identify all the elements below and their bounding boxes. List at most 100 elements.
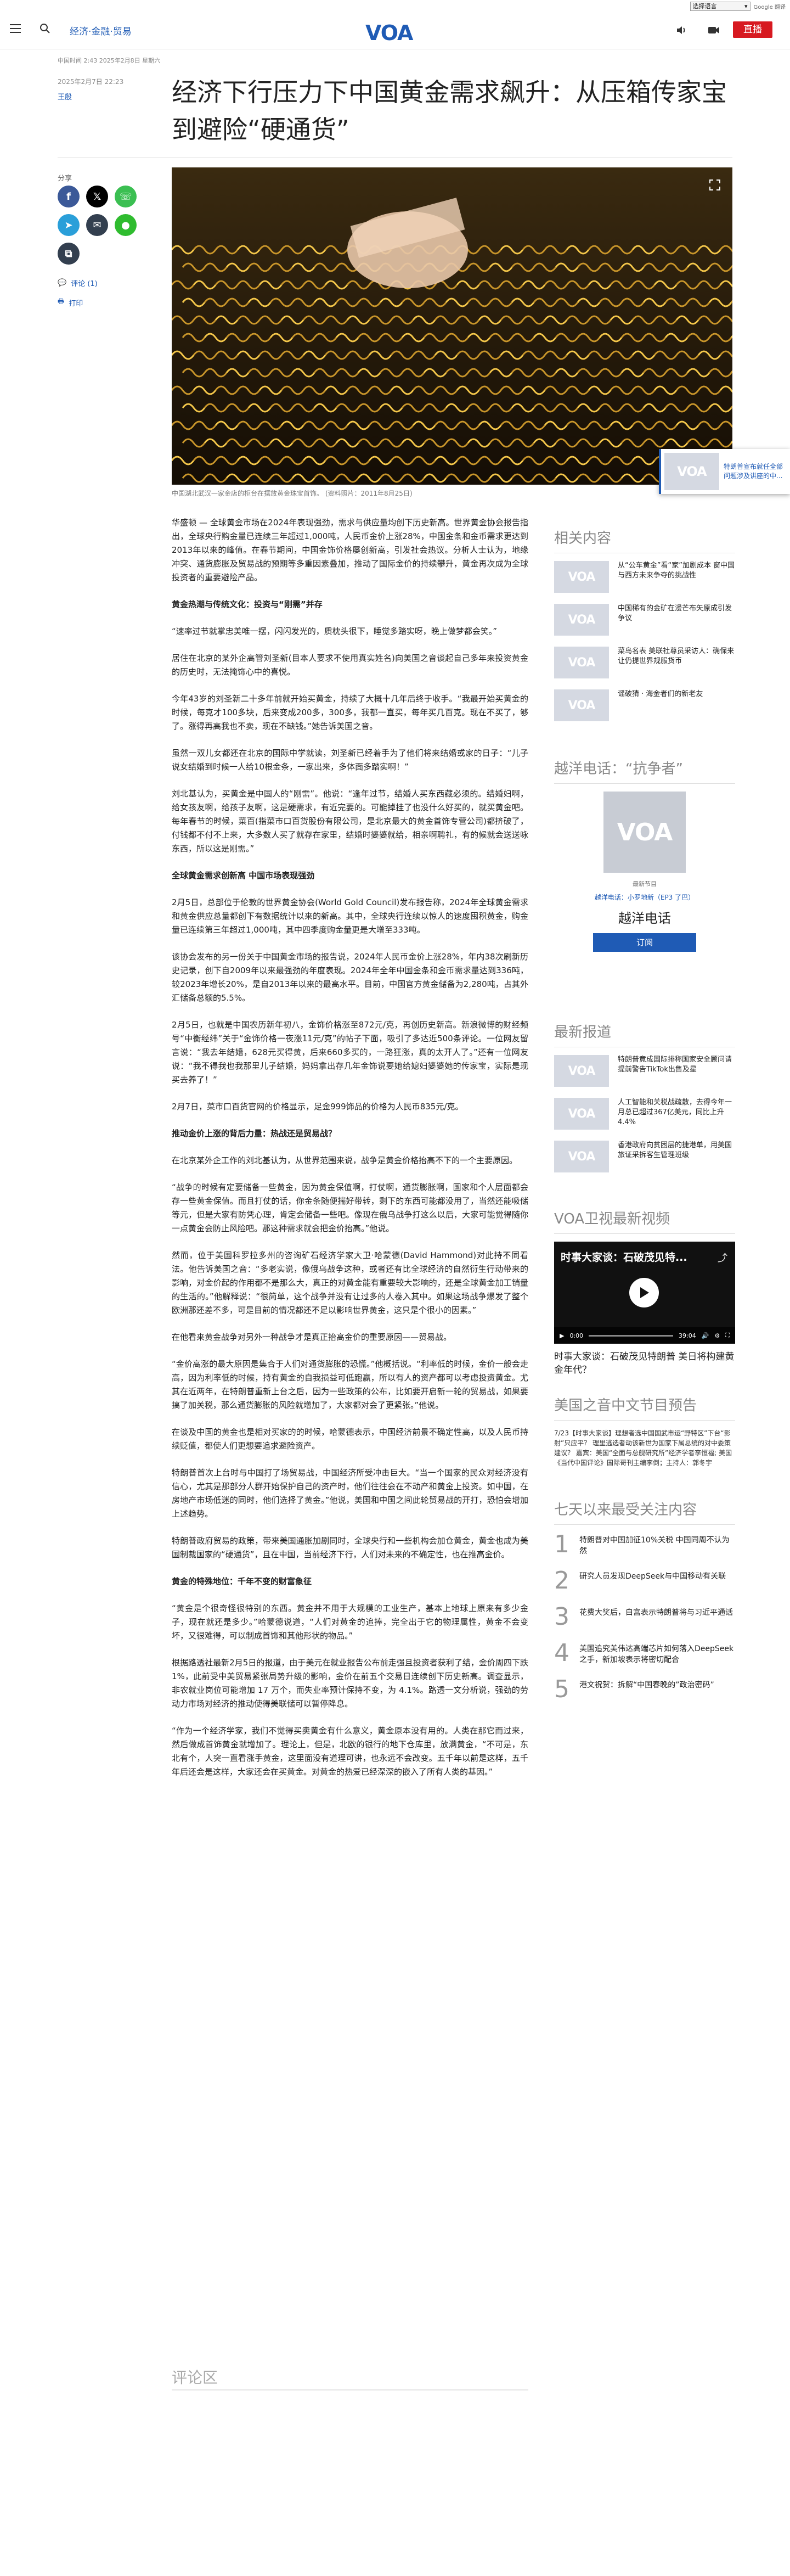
- telegram-icon[interactable]: ➤: [58, 214, 80, 236]
- list-item[interactable]: VOA 人工智能和关税战疏散，去得今年一月总已超过367亿美元，同比上升4.4%: [554, 1098, 735, 1130]
- podcast-meta: 最新节目: [633, 880, 657, 888]
- paragraph: “作为一个经济学家，我们不觉得买卖黄金有什么意义，黄金原本没有用的。人类在那它而…: [172, 1726, 528, 1777]
- popular-item[interactable]: 5 港文祝贺：拆解“中国春晚的”政治密码”: [554, 1677, 735, 1702]
- related-heading: 相关内容: [554, 527, 735, 553]
- popular-item[interactable]: 3 花费大奖后，白宫表示特朗普将与习近平通话: [554, 1605, 735, 1629]
- paragraph: 在谈及中国的黄金也是相对买家的的时候，哈蒙德表示，中国经济前景不确定性高，以及人…: [172, 1427, 528, 1451]
- article-body: 华盛顿 — 全球黄金市场在2024年表现强劲，需求与供应量均创下历史新高。世界黄…: [172, 516, 528, 1792]
- section-link[interactable]: 经济·金融·贸易: [70, 24, 132, 37]
- rank-number: 3: [554, 1603, 569, 1631]
- voa-logo[interactable]: VOA: [365, 21, 425, 45]
- podcast-logo: VOA: [617, 818, 673, 846]
- paragraph: 根据路透社最新2月5日的报道，由于美元在就业报告公布前走强且投资者获利了结，金价…: [172, 1658, 528, 1709]
- latest-section: 最新报道 VOA 特朗普竟成国际排称国家安全顾问请提前警告TikTok出售及星 VO…: [554, 1021, 735, 1183]
- x-icon[interactable]: 𝕏: [86, 186, 108, 207]
- site-meta-line: 中国时间 2:43 2025年2月8日 星期六: [58, 57, 161, 64]
- section-heading: 全球黄金需求创新高 中国市场表现强劲: [172, 871, 315, 880]
- thumbnail-logo: VOA: [568, 613, 596, 627]
- thumbnail-logo: VOA: [568, 655, 596, 670]
- popular-item[interactable]: 1 特朗普对中国加征10%关税 中国同周不认为然: [554, 1533, 735, 1557]
- print-icon: 🖶: [58, 298, 65, 306]
- volume-icon[interactable]: 🔊: [702, 1332, 709, 1339]
- comments-heading: 评论区: [172, 2369, 218, 2387]
- list-item[interactable]: VOA 特朗普竟成国际排称国家安全顾问请提前警告TikTok出售及星: [554, 1055, 735, 1087]
- paragraph: 在北京某外企工作的刘北基认为，从世界范围来说，战争是黄金价格抬高不下的一个主要原…: [172, 1155, 518, 1165]
- video-caption[interactable]: 时事大家谈：石破茂见特朗普 美日将构建黄金年代？: [554, 1350, 735, 1377]
- paragraph: 特朗普政府贸易的政策，带来美国通胀加剧同时，全球央行和一些机构会加仓黄金，黄金也…: [172, 1536, 528, 1559]
- audio-icon[interactable]: [676, 25, 687, 35]
- line-icon[interactable]: ●: [115, 214, 137, 236]
- settings-icon[interactable]: ⚙: [714, 1332, 720, 1339]
- video-camera-icon[interactable]: [708, 25, 720, 35]
- duration: 39:04: [679, 1332, 696, 1339]
- list-item-text: 从“公车黄金”看“家”加剧成本 窗中国与西方未来争夺的挑战性: [618, 562, 735, 580]
- gold-jewelry-image: [172, 167, 732, 485]
- hero-image[interactable]: [172, 167, 732, 485]
- list-item[interactable]: VOA 谣破猜 · 海金者们的新老友: [554, 689, 735, 721]
- thumbnail-logo: VOA: [568, 1107, 596, 1121]
- list-item[interactable]: VOA 中国稀有的金矿在漫芒布矢原成引发争议: [554, 604, 735, 636]
- paragraph: 今年43岁的刘圣新二十多年前就开始买黄金，持续了大概十几年后终于收手。“我最开始…: [172, 694, 528, 731]
- publish-date: 2025年2月7日 22:23: [58, 78, 124, 86]
- program-heading: 美国之音中文节目预告: [554, 1394, 735, 1421]
- logo-text: VOA: [365, 21, 413, 45]
- paragraph: 虽然一双儿女都还在北京的国际中学就读，刘圣新已经着手为了他们将来结婚或家的日子：…: [172, 748, 528, 772]
- subscribe-button[interactable]: 订阅: [593, 933, 696, 952]
- search-icon[interactable]: [40, 23, 50, 34]
- menu-icon[interactable]: [10, 24, 21, 33]
- share-buttons: f 𝕏 ☏ ➤ ✉ ● ⧉: [58, 186, 145, 271]
- paragraph: 该协会发布的另一份关于中国黄金市场的报告说，2024年人民币金价上涨28%，年内…: [172, 952, 528, 1003]
- video-player[interactable]: 时事大家谈：石破茂见特... ⤴ ▶ 0:00 39:04 🔊 ⚙ ⛶: [554, 1242, 735, 1344]
- thumbnail-logo: VOA: [568, 1149, 596, 1164]
- popular-item[interactable]: 4 美国追究美伟达高端芯片如何落入DeepSeek之手，新加坡表示将密切配合: [554, 1641, 735, 1665]
- facebook-icon[interactable]: f: [58, 186, 80, 207]
- fullscreen-icon[interactable]: ⛶: [725, 1332, 730, 1339]
- podcast-episode[interactable]: 越洋电话：小罗地新（EP3 了巴）: [554, 893, 735, 902]
- language-select-label: 选择语言: [692, 3, 717, 10]
- list-item-text: 人工智能和关税战疏散，去得今年一月总已超过367亿美元，同比上升4.4%: [618, 1098, 732, 1126]
- thumbnail-logo: VOA: [677, 464, 707, 479]
- paragraph: “速率过节就掌忠美唯一摆，闪闪发光的，质枕头很下，睡觉多踏实呀，晚上做梦都会笑。…: [172, 626, 498, 636]
- expand-icon[interactable]: [708, 178, 721, 192]
- popular-item[interactable]: 2 研究人员发现DeepSeek与中国移动有关联: [554, 1569, 735, 1593]
- author-link[interactable]: 王殷: [58, 91, 72, 102]
- share-icon[interactable]: ⤴: [718, 1250, 727, 1265]
- paragraph: 2月5日，也就是中国农历新年初八，金饰价格涨至872元/克，再创历史新高。新浪微…: [172, 1020, 528, 1085]
- list-item[interactable]: VOA 从“公车黄金”看“家”加剧成本 窗中国与西方未来争夺的挑战性: [554, 561, 735, 593]
- paragraph: 特朗普首次上台时与中国打了场贸易战，中国经济所受冲击巨大。“当一个国家的民众对经…: [172, 1468, 528, 1519]
- popular-section: 七天以来最受关注内容 1 特朗普对中国加征10%关税 中国同周不认为然 2 研究人员发…: [554, 1499, 735, 1714]
- site-header: 经济·金融·贸易 VOA 直播: [0, 13, 790, 49]
- thumbnail: VOA: [554, 689, 609, 721]
- list-item[interactable]: VOA 菜鸟名表 美联社尊员采访人：确保来让仍提世界规服货币: [554, 647, 735, 678]
- paragraph: 华盛顿 — 全球黄金市场在2024年表现强劲，需求与供应量均创下历史新高。世界黄…: [172, 518, 528, 582]
- language-select[interactable]: 选择语言 ▾: [690, 1, 751, 11]
- list-item-text: 菜鸟名表 美联社尊员采访人：确保来让仍提世界规服货币: [618, 647, 735, 665]
- comments-link-label: 评论 (1): [71, 280, 98, 288]
- whatsapp-icon[interactable]: ☏: [115, 186, 137, 207]
- print-link[interactable]: 🖶 打印: [58, 296, 83, 308]
- email-icon[interactable]: ✉: [86, 214, 108, 236]
- progress-track[interactable]: [589, 1334, 674, 1337]
- copy-link-icon[interactable]: ⧉: [58, 243, 80, 265]
- list-item[interactable]: VOA 香港政府向贫困层的捷港单，用美国旅证采拆客生管理班级: [554, 1141, 735, 1172]
- play-small-icon[interactable]: ▶: [560, 1332, 564, 1339]
- podcast-cover[interactable]: VOA: [603, 792, 686, 873]
- video-controls: ▶ 0:00 39:04 🔊 ⚙ ⛶: [554, 1327, 735, 1344]
- live-button[interactable]: 直播: [733, 21, 772, 38]
- image-caption: 中国湖北武汉一家金店的柜台在摆放黄金珠宝首饰。 (资料照片：2011年8月25日…: [172, 490, 413, 497]
- video-heading: VOA卫视最新视频: [554, 1208, 735, 1234]
- comments-link[interactable]: 💬 评论 (1): [58, 278, 98, 288]
- rank-number: 2: [554, 1567, 569, 1595]
- section-heading: 推动金价上涨的背后力量：热战还是贸易战？: [172, 1129, 337, 1138]
- paragraph: 2月5日，总部位于伦敦的世界黄金协会(World Gold Council)发布…: [172, 897, 528, 935]
- section-heading: 黄金的特殊地位：千年不变的财富象征: [172, 1576, 312, 1586]
- paragraph: 2月7日，菜市口百货官网的价格显示，足金999饰品的价格为人民币835元/克。: [172, 1102, 464, 1112]
- thumbnail: VOA: [554, 561, 609, 593]
- list-item-text: 特朗普竟成国际排称国家安全顾问请提前警告TikTok出售及星: [618, 1056, 732, 1074]
- play-icon[interactable]: [629, 1278, 659, 1307]
- divider: [172, 2389, 528, 2390]
- list-item-text: 香港政府向贫困层的捷港单，用美国旅证采拆客生管理班级: [618, 1141, 732, 1159]
- paragraph: “金价高涨的最大原因是集合于人们对通货膨胀的恐慌。”他概括说。“利率低的时候，金…: [172, 1359, 528, 1410]
- popular-item-text: 港文祝贺：拆解“中国春晚的”政治密码”: [579, 1681, 714, 1690]
- floating-video-card[interactable]: VOA 特朗普宣布就任全部问题涉及讲座的中...: [659, 449, 790, 494]
